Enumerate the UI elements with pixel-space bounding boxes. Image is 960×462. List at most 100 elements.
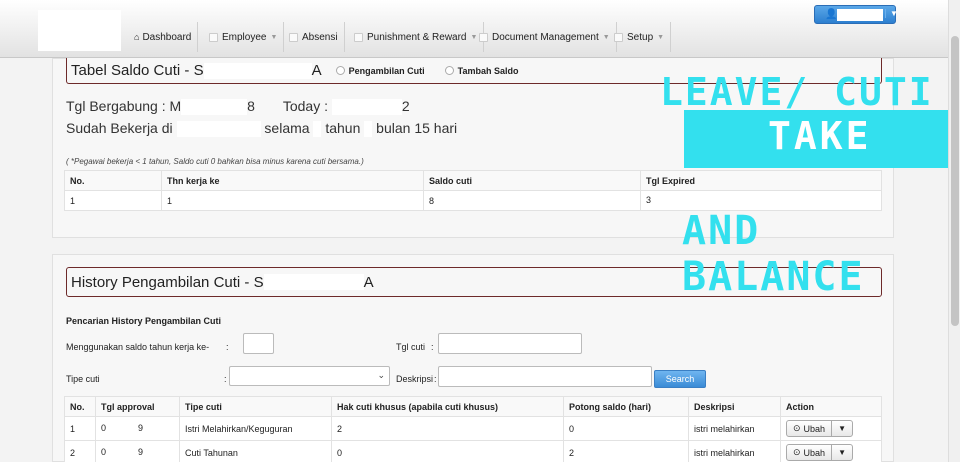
saldo-note: ( *Pegawai bekerja < 1 tahun, Saldo cuti… bbox=[66, 157, 364, 166]
join-date-line: Tgl Bergabung : M 8 Today : 2 bbox=[66, 98, 410, 116]
cell-tipe-cuti: Istri Melahirkan/Keguguran bbox=[179, 416, 332, 441]
col-tipe-cuti: Tipe cuti bbox=[179, 396, 332, 417]
cell-no: 2 bbox=[64, 440, 96, 462]
cell-action: ⊙ Ubah ▼ bbox=[780, 440, 882, 462]
col-deskripsi: Deskripsi bbox=[688, 396, 781, 417]
months-redacted bbox=[364, 121, 373, 138]
nav-document-management[interactable]: Document Management ▼ bbox=[473, 22, 617, 52]
employee-name-redacted bbox=[203, 62, 312, 79]
cell-no: 1 bbox=[64, 416, 96, 441]
col-action: Action bbox=[780, 396, 882, 417]
nav-setup-label: Setup bbox=[627, 31, 654, 43]
nav-dashboard[interactable]: ⌂ Dashboard bbox=[128, 22, 199, 52]
cell-tgl-approval: 09 bbox=[95, 440, 180, 462]
tgl-approval-end: 9 bbox=[138, 423, 144, 434]
worked-duration-line: Sudah Bekerja di selama tahun bulan 15 h… bbox=[66, 120, 457, 138]
table-row: 2 09 Cuti Tahunan 0 2 istri melahirkan ⊙… bbox=[64, 440, 882, 462]
edit-circle-icon: ⊙ bbox=[793, 423, 801, 433]
tgl-cuti-label: Tgl cuti bbox=[396, 342, 426, 352]
user-icon: 👤 bbox=[825, 9, 838, 20]
cell-potong-saldo: 0 bbox=[563, 416, 689, 441]
history-table-header: No. Tgl approval Tipe cuti Hak cuti khus… bbox=[64, 396, 882, 417]
tgl-cuti-input[interactable] bbox=[438, 333, 582, 354]
gear-icon bbox=[614, 32, 623, 42]
saldo-table: No. Thn kerja ke Saldo cuti Tgl Expired … bbox=[64, 170, 882, 211]
col-potong-saldo: Potong saldo (hari) bbox=[563, 396, 689, 417]
ubah-label: Ubah bbox=[803, 447, 826, 458]
col-hak-cuti-khusus: Hak cuti khusus (apabila cuti khusus) bbox=[331, 396, 564, 417]
nav-employee[interactable]: Employee ▼ bbox=[203, 22, 285, 52]
nav-employee-label: Employee bbox=[222, 31, 267, 43]
edit-circle-icon: ⊙ bbox=[793, 447, 801, 457]
chevron-down-icon: ▼ bbox=[885, 9, 898, 18]
user-menu-button[interactable]: 👤 ▼ bbox=[814, 5, 898, 24]
chevron-down-icon: ▼ bbox=[657, 33, 665, 41]
col-no: No. bbox=[64, 396, 96, 417]
ubah-button[interactable]: ⊙ Ubah bbox=[787, 421, 833, 436]
today-date-tail: 2 bbox=[401, 98, 410, 114]
folder-icon bbox=[479, 32, 488, 42]
overlay-and-balance: AND BALANCE bbox=[682, 208, 865, 300]
employee-name-redacted bbox=[263, 274, 364, 290]
calendar-icon bbox=[289, 32, 298, 42]
award-icon bbox=[354, 32, 363, 42]
col-no: No. bbox=[64, 170, 162, 191]
company-logo[interactable] bbox=[38, 10, 121, 51]
user-icon bbox=[209, 32, 218, 42]
saldo-year-input[interactable] bbox=[243, 333, 274, 354]
cell-no: 1 bbox=[64, 190, 162, 211]
join-date-redacted bbox=[181, 99, 248, 116]
cell-tgl-approval: 09 bbox=[95, 416, 180, 441]
saldo-title-prefix: Tabel Saldo Cuti - S bbox=[71, 62, 204, 79]
ubah-button-group: ⊙ Ubah ▼ bbox=[786, 420, 853, 437]
colon-separator: : bbox=[431, 342, 434, 352]
worked-prefix: Sudah Bekerja di bbox=[66, 120, 173, 136]
deskripsi-input[interactable] bbox=[438, 366, 652, 387]
radio-tambah-saldo[interactable]: Tambah Saldo bbox=[444, 66, 518, 76]
history-title-prefix: History Pengambilan Cuti - S bbox=[71, 273, 264, 291]
nav-absensi[interactable]: Absensi bbox=[283, 22, 345, 52]
overlay-leave-cuti: LEAVE/ CUTI bbox=[660, 70, 934, 114]
history-table: No. Tgl approval Tipe cuti Hak cuti khus… bbox=[64, 396, 882, 462]
search-section-title: Pencarian History Pengambilan Cuti bbox=[66, 316, 222, 326]
today-date-redacted bbox=[331, 99, 402, 116]
nav-punishment-reward[interactable]: Punishment & Reward ▼ bbox=[348, 22, 485, 52]
search-button[interactable]: Search bbox=[654, 370, 706, 388]
radio-pengambilan-cuti-label: Pengambilan Cuti bbox=[348, 65, 425, 76]
tipe-cuti-label: Tipe cuti bbox=[66, 374, 100, 384]
radio-pengambilan-cuti[interactable]: Pengambilan Cuti bbox=[335, 65, 425, 76]
cell-saldo-cuti: 8 bbox=[423, 190, 641, 211]
cell-deskripsi: istri melahirkan bbox=[688, 440, 781, 462]
table-row: 1 09 Istri Melahirkan/Keguguran 2 0 istr… bbox=[64, 416, 882, 441]
page-scrollbar[interactable] bbox=[948, 0, 960, 462]
tgl-approval-redacted bbox=[106, 447, 139, 458]
ubah-dropdown-toggle[interactable]: ▼ bbox=[832, 445, 852, 460]
nav-dashboard-label: Dashboard bbox=[142, 31, 192, 43]
join-date-label: Tgl Bergabung : M bbox=[66, 98, 182, 114]
radio-dot bbox=[335, 66, 345, 75]
cell-hak-cuti: 2 bbox=[331, 416, 564, 441]
history-title-suffix: A bbox=[363, 273, 374, 291]
ubah-dropdown-toggle[interactable]: ▼ bbox=[832, 421, 852, 436]
cell-tipe-cuti: Cuti Tahunan bbox=[179, 440, 332, 462]
colon-separator: : bbox=[434, 374, 437, 384]
cell-thn-kerja: 1 bbox=[161, 190, 424, 211]
cell-potong-saldo: 2 bbox=[563, 440, 689, 462]
scrollbar-thumb[interactable] bbox=[951, 36, 959, 326]
saldo-table-header: No. Thn kerja ke Saldo cuti Tgl Expired bbox=[64, 170, 882, 191]
colon-separator: : bbox=[224, 374, 227, 384]
nav-setup[interactable]: Setup ▼ bbox=[608, 22, 672, 52]
ubah-button[interactable]: ⊙ Ubah bbox=[787, 445, 833, 460]
years-redacted bbox=[313, 121, 322, 138]
tipe-cuti-select[interactable]: ⌄ bbox=[229, 366, 390, 386]
company-name-redacted bbox=[176, 121, 261, 138]
col-thn-kerja: Thn kerja ke bbox=[161, 170, 424, 191]
col-tgl-expired: Tgl Expired bbox=[640, 170, 882, 191]
home-icon: ⌂ bbox=[134, 32, 140, 42]
cell-action: ⊙ Ubah ▼ bbox=[780, 416, 882, 441]
tgl-expired-redacted bbox=[651, 195, 692, 206]
join-date-tail: 8 bbox=[247, 98, 255, 114]
saldo-year-label: Menggunakan saldo tahun kerja ke- bbox=[66, 342, 210, 352]
radio-dot bbox=[444, 66, 454, 75]
saldo-title-suffix: A bbox=[311, 62, 322, 79]
